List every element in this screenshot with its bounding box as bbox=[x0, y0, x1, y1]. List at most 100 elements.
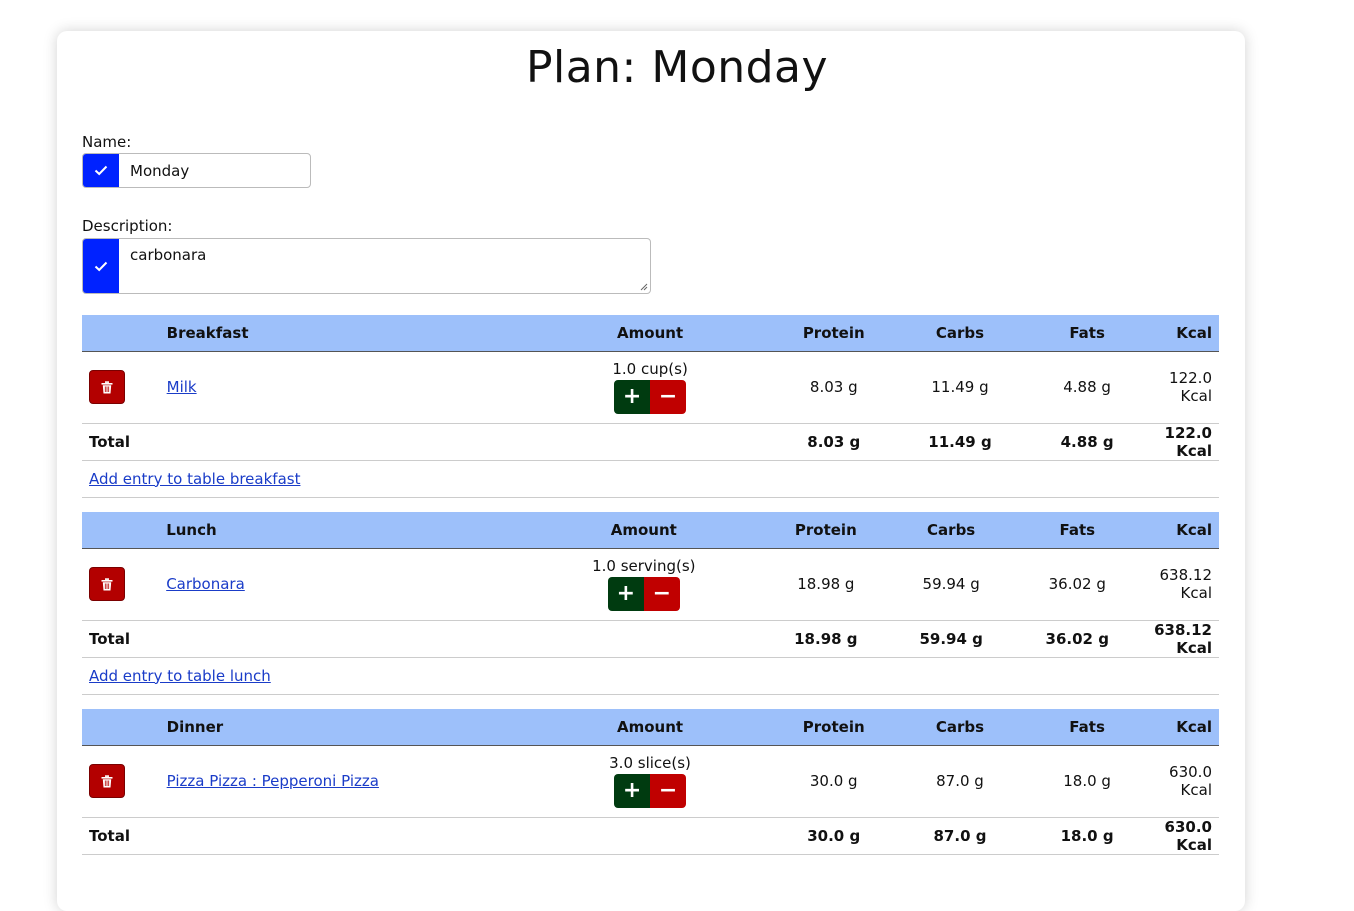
name-field[interactable]: Monday bbox=[82, 153, 311, 188]
minus-icon: − bbox=[658, 384, 678, 409]
total-carbs: 59.94 g bbox=[894, 620, 1008, 658]
food-link[interactable]: Carbonara bbox=[166, 575, 245, 593]
amount-value: 3.0 slice(s) bbox=[609, 754, 691, 772]
total-fats: 18.0 g bbox=[1016, 817, 1158, 855]
carbs-header: Carbs bbox=[903, 315, 1017, 352]
amount-header: Amount bbox=[530, 512, 757, 549]
table-header: Dinner Amount Protein Carbs Fats Kcal bbox=[82, 709, 1219, 746]
plus-icon: + bbox=[622, 384, 642, 409]
kcal-header: Kcal bbox=[1157, 709, 1219, 746]
plus-icon: + bbox=[622, 778, 642, 803]
total-kcal: 122.0 Kcal bbox=[1157, 423, 1219, 461]
meal-name: Dinner bbox=[159, 709, 536, 746]
page-title: Plan: Monday bbox=[525, 42, 829, 93]
quantity-stepper: + − bbox=[614, 774, 687, 808]
lunch-table: Lunch Amount Protein Carbs Fats Kcal Car… bbox=[82, 512, 1219, 695]
protein-header: Protein bbox=[764, 315, 904, 352]
name-label: Name: bbox=[82, 133, 132, 151]
description-label: Description: bbox=[82, 217, 173, 235]
carbs-header: Carbs bbox=[894, 512, 1008, 549]
table-header: Breakfast Amount Protein Carbs Fats Kcal bbox=[82, 315, 1219, 352]
kcal-header: Kcal bbox=[1147, 512, 1219, 549]
food-link[interactable]: Pizza Pizza : Pepperoni Pizza bbox=[167, 772, 379, 790]
meal-name: Breakfast bbox=[159, 315, 537, 352]
plus-icon: + bbox=[616, 581, 636, 606]
total-fats: 4.88 g bbox=[1016, 423, 1158, 461]
kcal-header: Kcal bbox=[1157, 315, 1219, 352]
decrease-button[interactable]: − bbox=[650, 774, 687, 808]
amount-value: 1.0 cup(s) bbox=[612, 360, 688, 378]
decrease-button[interactable]: − bbox=[650, 380, 687, 414]
fats-header: Fats bbox=[1016, 315, 1158, 352]
protein-value: 18.98 g bbox=[756, 548, 895, 621]
total-protein: 30.0 g bbox=[764, 817, 904, 855]
add-entry-lunch-link[interactable]: Add entry to table lunch bbox=[89, 667, 271, 685]
quantity-stepper: + − bbox=[614, 380, 687, 414]
total-protein: 18.98 g bbox=[756, 620, 895, 658]
protein-header: Protein bbox=[764, 709, 904, 746]
dinner-table: Dinner Amount Protein Carbs Fats Kcal Pi… bbox=[82, 709, 1219, 855]
total-fats: 36.02 g bbox=[1007, 620, 1148, 658]
total-row: Total 8.03 g 11.49 g 4.88 g 122.0 Kcal bbox=[82, 423, 1219, 461]
minus-icon: − bbox=[658, 778, 678, 803]
meal-name: Lunch bbox=[159, 512, 531, 549]
increase-button[interactable]: + bbox=[614, 774, 651, 808]
kcal-value: 122.0 Kcal bbox=[1157, 351, 1219, 424]
total-row: Total 30.0 g 87.0 g 18.0 g 630.0 Kcal bbox=[82, 817, 1219, 855]
carbs-value: 87.0 g bbox=[903, 745, 1017, 818]
table-row: Carbonara 1.0 serving(s) + − 18.98 g 59.… bbox=[82, 548, 1219, 621]
trash-icon bbox=[101, 380, 113, 393]
carbs-value: 59.94 g bbox=[894, 548, 1008, 621]
amount-header: Amount bbox=[535, 709, 765, 746]
increase-button[interactable]: + bbox=[607, 577, 644, 611]
table-row: Milk 1.0 cup(s) + − 8.03 g 11.49 g 4.88 … bbox=[82, 351, 1219, 424]
amount-header: Amount bbox=[536, 315, 765, 352]
check-icon bbox=[94, 165, 108, 176]
delete-entry-button[interactable] bbox=[89, 764, 125, 798]
total-kcal: 630.0 Kcal bbox=[1157, 817, 1219, 855]
decrease-button[interactable]: − bbox=[643, 577, 680, 611]
fats-value: 18.0 g bbox=[1016, 745, 1158, 818]
add-entry-row: Add entry to table breakfast bbox=[82, 460, 1219, 498]
fats-value: 36.02 g bbox=[1007, 548, 1148, 621]
kcal-value: 638.12 Kcal bbox=[1147, 548, 1219, 621]
check-icon bbox=[94, 261, 108, 271]
total-label: Total bbox=[82, 817, 765, 855]
fats-header: Fats bbox=[1007, 512, 1148, 549]
total-protein: 8.03 g bbox=[764, 423, 904, 461]
description-field[interactable]: carbonara bbox=[82, 238, 651, 294]
total-label: Total bbox=[82, 620, 757, 658]
increase-button[interactable]: + bbox=[614, 380, 651, 414]
total-label: Total bbox=[82, 423, 765, 461]
quantity-stepper: + − bbox=[607, 577, 680, 611]
total-carbs: 11.49 g bbox=[903, 423, 1017, 461]
trash-icon bbox=[101, 774, 113, 787]
fats-header: Fats bbox=[1016, 709, 1158, 746]
confirm-description-button[interactable] bbox=[83, 239, 119, 293]
table-row: Pizza Pizza : Pepperoni Pizza 3.0 slice(… bbox=[82, 745, 1219, 818]
add-entry-row: Add entry to table lunch bbox=[82, 657, 1219, 695]
kcal-value: 630.0 Kcal bbox=[1157, 745, 1219, 818]
breakfast-table: Breakfast Amount Protein Carbs Fats Kcal… bbox=[82, 315, 1219, 498]
protein-value: 8.03 g bbox=[764, 351, 904, 424]
description-input[interactable]: carbonara bbox=[130, 246, 206, 264]
protein-header: Protein bbox=[756, 512, 895, 549]
total-row: Total 18.98 g 59.94 g 36.02 g 638.12 Kca… bbox=[82, 620, 1219, 658]
carbs-value: 11.49 g bbox=[903, 351, 1017, 424]
total-carbs: 87.0 g bbox=[903, 817, 1017, 855]
delete-entry-button[interactable] bbox=[89, 567, 125, 601]
amount-value: 1.0 serving(s) bbox=[592, 557, 696, 575]
table-header: Lunch Amount Protein Carbs Fats Kcal bbox=[82, 512, 1219, 549]
protein-value: 30.0 g bbox=[764, 745, 904, 818]
delete-entry-button[interactable] bbox=[89, 370, 125, 404]
resize-handle-icon[interactable] bbox=[640, 283, 648, 291]
trash-icon bbox=[101, 577, 113, 590]
food-link[interactable]: Milk bbox=[167, 378, 197, 396]
minus-icon: − bbox=[652, 581, 672, 606]
confirm-name-button[interactable] bbox=[83, 154, 119, 187]
carbs-header: Carbs bbox=[903, 709, 1017, 746]
name-input[interactable]: Monday bbox=[130, 162, 189, 180]
fats-value: 4.88 g bbox=[1016, 351, 1158, 424]
add-entry-breakfast-link[interactable]: Add entry to table breakfast bbox=[89, 470, 300, 488]
total-kcal: 638.12 Kcal bbox=[1147, 620, 1219, 658]
